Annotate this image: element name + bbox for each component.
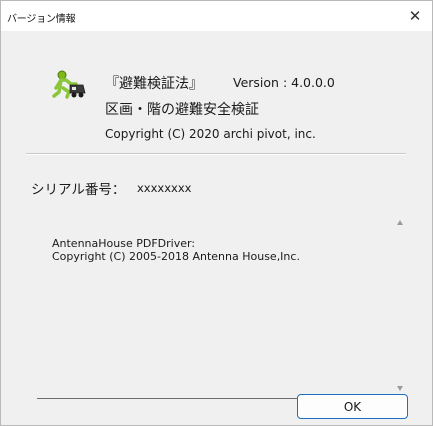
close-button[interactable]: ✕ [398, 1, 432, 31]
dialog-content: 『避難検証法』 Version : 4.0.0.0 区画・階の避難安全検証 Co… [1, 31, 432, 425]
copyright-label: Copyright (C) 2020 archi pivot, inc. [105, 127, 316, 141]
version-dialog: バージョン情報 ✕ 『避難検証法』 Version : 4.0.0.0 区画・階… [0, 0, 433, 426]
window-title: バージョン情報 [7, 14, 76, 25]
license-text: AntennaHouse PDFDriver: Copyright (C) 20… [52, 237, 300, 263]
product-title: 『避難検証法』 [105, 76, 203, 92]
version-label: Version : 4.0.0.0 [233, 75, 335, 90]
license-textbox[interactable]: AntennaHouse PDFDriver: Copyright (C) 20… [37, 218, 407, 399]
close-icon: ✕ [408, 7, 422, 25]
serial-number-value: xxxxxxxx [137, 181, 192, 195]
scroll-down-arrow-icon[interactable] [397, 386, 403, 391]
serial-number-label: シリアル番号： [31, 182, 126, 198]
ok-button[interactable]: OK [297, 394, 408, 419]
title-bar: バージョン情報 ✕ [1, 1, 432, 31]
vertical-scrollbar[interactable] [391, 218, 407, 398]
app-icon [52, 70, 86, 99]
divider [26, 153, 406, 155]
product-subtitle: 区画・階の避難安全検証 [105, 102, 259, 118]
scroll-up-arrow-icon[interactable] [397, 220, 403, 225]
